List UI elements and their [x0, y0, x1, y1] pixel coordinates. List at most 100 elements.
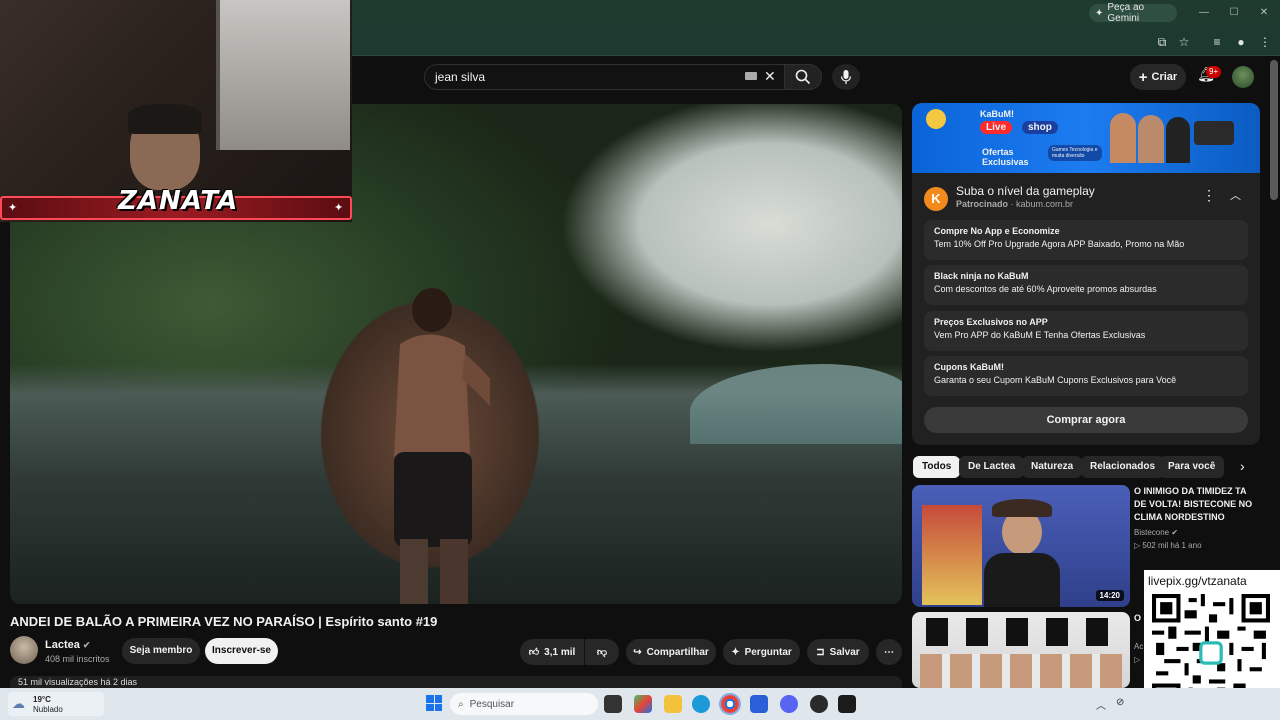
like-button[interactable]: 👍︎ 3,1 mil — [520, 639, 584, 665]
channel-avatar[interactable] — [10, 636, 38, 664]
join-button[interactable]: Seja membro — [122, 638, 200, 664]
banner-shop: shop — [1022, 121, 1058, 134]
tray-network-icon[interactable]: ⊘ — [1116, 697, 1124, 708]
webcam-hair — [128, 104, 202, 134]
create-label: Criar — [1151, 71, 1178, 83]
ad-more-icon[interactable]: ⋮ — [1202, 187, 1216, 204]
webcam-closet — [216, 0, 350, 150]
recommendation-channel[interactable]: Ac — [1134, 642, 1143, 651]
banner-offers: Ofertas Exclusivas — [982, 147, 1029, 167]
views-line: 51 mil visualizações há 2 dias — [10, 676, 902, 688]
browser-menu-icon[interactable]: ⋮ — [1257, 34, 1273, 50]
sitelink-desc: Garanta o seu Cupom KaBuM Cupons Exclusi… — [934, 375, 1177, 385]
profile-icon[interactable]: ● — [1233, 34, 1249, 50]
video-duration: 14:20 — [1095, 590, 1124, 601]
verified-icon: ✔ — [1171, 528, 1179, 537]
ask-button[interactable]: ✦ Perguntar — [723, 639, 800, 665]
gemini-button[interactable]: ✦ Peça ao Gemini — [1089, 2, 1177, 24]
video-title: ANDEI DE BALÃO A PRIMEIRA VEZ NO PARAÍSO… — [10, 614, 438, 629]
clear-search-icon[interactable]: ✕ — [764, 68, 776, 85]
tray-chevron-icon[interactable]: ︿ — [1096, 697, 1106, 712]
store-icon[interactable] — [750, 695, 768, 713]
subscriber-count: 408 mil inscritos — [45, 654, 110, 664]
streamer-name: ZANATA — [118, 186, 239, 216]
save-label: Salvar — [829, 646, 860, 658]
share-button[interactable]: ↪ Compartilhar — [626, 639, 716, 665]
ad-banner[interactable]: KaBuM! Live shop Ofertas Exclusivas Game… — [912, 103, 1260, 173]
search-input[interactable]: jean silva — [424, 64, 784, 90]
recommendation-title[interactable]: O INIMIGO DA TIMIDEZ TA DE VOLTA! BISTEC… — [1134, 485, 1254, 524]
sitelink-desc: Tem 10% Off Pro Upgrade Agora APP Baixad… — [934, 239, 1185, 249]
task-view-icon[interactable] — [604, 695, 622, 713]
thumb-person-body — [984, 553, 1060, 607]
chip-natureza[interactable]: Natureza — [1022, 456, 1083, 478]
file-explorer-icon[interactable] — [664, 695, 682, 713]
minimize-button[interactable]: — — [1194, 4, 1214, 22]
share-icon: ↪ — [633, 646, 642, 658]
banner-person-2 — [1138, 115, 1164, 163]
banner-gpu-icon — [1194, 121, 1234, 145]
channel-name[interactable]: Lactea ✔ — [45, 639, 90, 651]
chip-de-lactea[interactable]: De Lactea — [959, 456, 1025, 478]
weather-temp: 19°C — [33, 695, 51, 704]
discord-icon[interactable] — [780, 695, 798, 713]
voice-search-button[interactable] — [832, 64, 860, 90]
chip-para-voce[interactable]: Para você — [1159, 456, 1225, 478]
thumbs-up-icon: 👍︎ — [528, 647, 540, 658]
ad-sitelink[interactable]: Cupons KaBuM! Garanta o seu Cupom KaBuM … — [924, 356, 1248, 396]
sitelink-title: Cupons KaBuM! — [934, 362, 1004, 372]
video-mountain-scene — [690, 364, 902, 444]
thumb-faces-row — [920, 654, 1122, 688]
bookmark-star-icon[interactable]: ☆ — [1176, 34, 1192, 50]
bookmark-icon: ⊐ — [816, 646, 825, 658]
ad-title[interactable]: Suba o nível da gameplay — [956, 184, 1095, 198]
notification-badge: 9+ — [1206, 66, 1222, 78]
ad-sitelink[interactable]: Compre No App e Economize Tem 10% Off Pr… — [924, 220, 1248, 260]
chrome-icon[interactable] — [719, 693, 741, 715]
thumbs-down-icon: 👎︎ — [596, 647, 608, 658]
maximize-button[interactable]: ☐ — [1224, 4, 1244, 22]
close-window-button[interactable]: ✕ — [1254, 4, 1274, 22]
create-button[interactable]: + Criar — [1130, 64, 1186, 90]
subscribe-button[interactable]: Inscrever-se — [205, 638, 278, 664]
obs-icon[interactable] — [810, 695, 828, 713]
sponsored-ad-card[interactable]: KaBuM! Live shop Ofertas Exclusivas Game… — [912, 103, 1260, 445]
like-count: 3,1 mil — [544, 646, 576, 658]
search-button[interactable] — [784, 64, 822, 90]
weather-widget[interactable]: ☁ 19°C Nublado — [8, 692, 104, 716]
taskbar-search[interactable]: ⌕ Pesquisar — [450, 693, 598, 715]
recommendation-channel[interactable]: Bistecone ✔ — [1134, 528, 1178, 537]
ad-sitelink[interactable]: Preços Exclusivos no APP Vem Pro APP do … — [924, 311, 1248, 351]
ad-sitelink[interactable]: Black ninja no KaBuM Com descontos de at… — [924, 265, 1248, 305]
more-actions-button[interactable]: ⋯ — [876, 639, 902, 665]
kabum-logo[interactable]: K — [924, 187, 948, 211]
chip-relacionados[interactable]: Relacionados — [1081, 456, 1165, 478]
install-app-icon[interactable]: ⧉ — [1154, 34, 1170, 50]
page-scrollbar[interactable] — [1270, 60, 1278, 200]
edge-icon[interactable] — [692, 695, 710, 713]
thumb-hat — [992, 499, 1052, 517]
thumb-house-scene — [922, 505, 982, 605]
sparkle-icon: ✦ — [1095, 7, 1104, 19]
sponsored-label: Patrocinado — [956, 199, 1009, 209]
livepix-url: livepix.gg/vtzanata — [1148, 574, 1247, 588]
banner-live: Live — [980, 121, 1013, 134]
collapse-chevron-icon[interactable]: ︿ — [1230, 187, 1241, 203]
buy-now-button[interactable]: Comprar agora — [924, 407, 1248, 433]
user-avatar[interactable] — [1232, 66, 1254, 88]
banner-games: Games Tecnologia e muita diversão — [1048, 145, 1102, 161]
chips-next-chevron-icon[interactable]: › — [1240, 458, 1245, 474]
channel-name-text: Lactea — [45, 639, 80, 651]
cloud-icon: ☁ — [12, 696, 25, 711]
dislike-button[interactable]: 👎︎ — [585, 639, 619, 665]
save-button[interactable]: ⊐ Salvar — [807, 639, 869, 665]
recommendation-thumbnail[interactable]: 14:20 — [912, 485, 1130, 607]
epic-games-icon[interactable] — [838, 695, 856, 713]
recommendation-thumbnail[interactable] — [912, 612, 1130, 688]
windows-start-icon[interactable] — [426, 695, 442, 711]
keyboard-icon[interactable] — [745, 72, 757, 80]
search-icon: ⌕ — [458, 698, 464, 710]
chip-todos[interactable]: Todos — [913, 456, 961, 478]
media-controls-icon[interactable]: ≡ — [1209, 34, 1225, 50]
copilot-icon[interactable] — [634, 695, 652, 713]
